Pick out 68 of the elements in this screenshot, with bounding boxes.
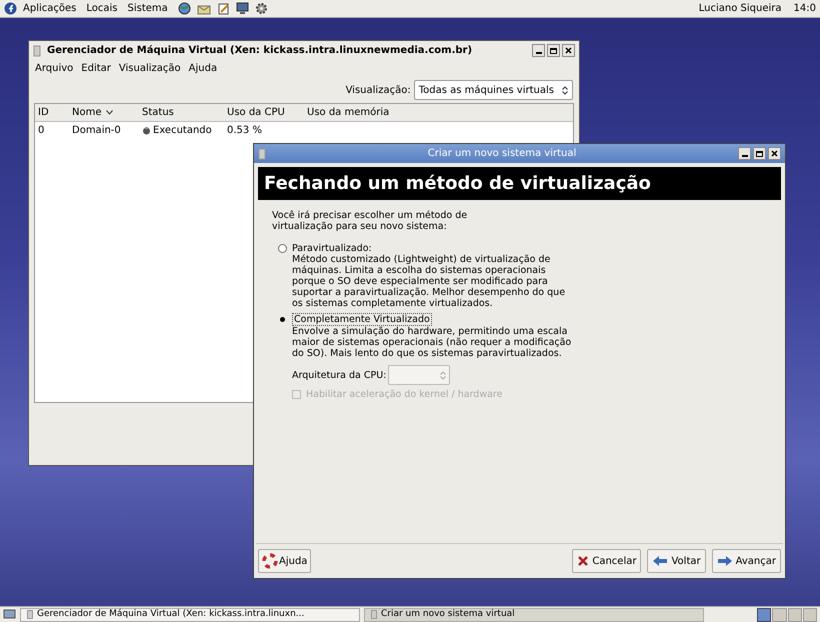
column-title: Nome [72, 106, 102, 120]
maximize-button[interactable] [753, 147, 766, 160]
radio-label[interactable]: Completamente Virtualizado [292, 313, 432, 326]
menu-item[interactable]: Editar [81, 61, 111, 76]
right-arrow-icon [716, 555, 733, 567]
column-header[interactable]: Nome [69, 105, 139, 120]
dialog-title: Criar um novo sistema virtual [426, 147, 578, 161]
column-header[interactable]: ID [35, 105, 69, 120]
table-cell-text: 0 [37, 124, 46, 138]
option-description: Envolve a simulação do hardware, permitindo uma escala maior de sistemas operacionais (não requer a modificação do SO). Mais lento do que os sistemas paravirtualizados. [292, 326, 572, 359]
close-button[interactable] [562, 44, 575, 57]
spinner-arrows-icon [440, 370, 446, 380]
user-name[interactable]: Luciano Siqueira [698, 1, 782, 16]
view-dropdown[interactable]: Todas as máquines virtuals [414, 80, 573, 100]
column-header[interactable]: Uso da CPU [224, 105, 304, 120]
clock[interactable]: 14:0 [794, 1, 816, 16]
dialog-button[interactable]: Avançar [712, 549, 781, 573]
window-icon [258, 148, 266, 160]
running-status-icon [142, 126, 151, 135]
dialog-heading: Fechando um método de virtualização [258, 167, 781, 200]
panel-menu[interactable]: Locais [86, 1, 118, 16]
intro-text: Você irá precisar escolher um método de virtualização para seu novo sistema: [272, 210, 468, 232]
pencil-icon[interactable] [216, 2, 230, 15]
left-arrow-icon [652, 555, 668, 567]
menu-item[interactable]: Visualização [118, 61, 181, 76]
radio-button[interactable] [278, 244, 287, 253]
dialog-button[interactable]: Voltar [647, 549, 706, 573]
maximize-button[interactable] [547, 44, 560, 57]
globe-icon[interactable] [178, 2, 191, 15]
help-button[interactable]: Ajuda [258, 549, 312, 573]
task-button[interactable]: Gerenciador de Máquina Virtual (Xen: kickass.intra.linuxn... [20, 608, 360, 622]
lifebuoy-icon [262, 553, 278, 569]
minimize-button[interactable] [738, 147, 751, 160]
workspace-switcher[interactable] [757, 608, 817, 622]
sort-caret-icon [106, 110, 112, 115]
logo-icon[interactable] [4, 2, 17, 15]
radio-button[interactable] [278, 315, 287, 324]
radio-label[interactable]: Paravirtualizado: [292, 243, 372, 254]
show-desktop-icon[interactable] [3, 609, 16, 620]
task-button[interactable]: Criar um novo sistema virtual [364, 608, 704, 622]
minimize-button[interactable] [532, 44, 545, 57]
dialog-button[interactable]: Cancelar [572, 549, 642, 573]
close-icon [565, 47, 572, 54]
window-icon [371, 610, 377, 619]
window-icon [27, 610, 33, 619]
view-label: Visualização: [346, 84, 411, 98]
checkbox-label: Habilitar aceleração do kernel / hardware [306, 389, 502, 400]
close-icon [771, 150, 778, 157]
cross-icon [577, 555, 590, 567]
panel-menu[interactable]: Sistema [128, 1, 168, 16]
monitor-icon[interactable] [236, 2, 249, 15]
column-header[interactable]: Uso da memória [304, 105, 404, 120]
window-title: Gerenciador de Máquina Virtual (Xen: kickass.intra.linuxnewmedia.com.br) [47, 44, 474, 58]
mail-icon[interactable] [196, 2, 211, 14]
table-cell-text: Executando [153, 124, 212, 138]
table-cell-text: 0.53 % [226, 124, 263, 138]
menu-item[interactable]: Arquivo [35, 61, 74, 76]
spinner-arrows-icon [562, 86, 568, 94]
close-button[interactable] [768, 147, 781, 160]
panel-menu[interactable]: Aplicações [23, 1, 76, 16]
vm-row[interactable]: 0 Domain-0 Executando 0.53 % [35, 122, 573, 139]
option-description: Método customizado (Lightweight) de virtualização de máquinas. Limita a escolha do sistemas operacionais porque o SO deve especialmente ser modificado para suportar a paravirtualização. Melhor desempenho do que os sistemas completamente virtualizados. [292, 254, 566, 309]
gear-icon[interactable] [254, 2, 268, 15]
menu-item[interactable]: Ajuda [188, 61, 218, 76]
cpu-arch-label: Arquitetura da CPU: [292, 370, 386, 380]
column-header[interactable]: Status [139, 105, 224, 120]
window-icon [33, 44, 41, 56]
table-cell-text: Domain-0 [71, 124, 122, 138]
